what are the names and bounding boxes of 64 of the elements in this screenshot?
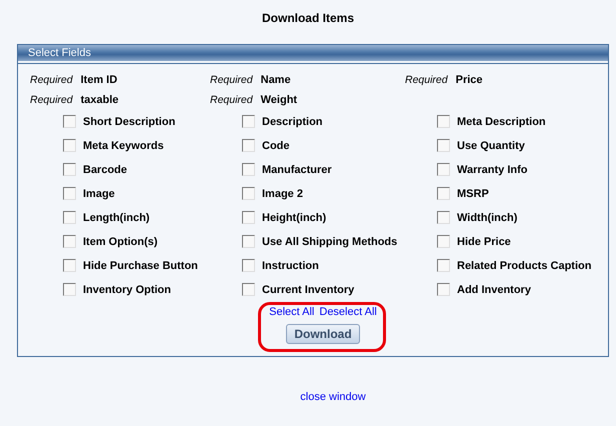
checkbox[interactable] <box>63 235 76 248</box>
field-name: Item ID <box>80 74 118 86</box>
checkbox[interactable] <box>437 211 450 224</box>
field-name: taxable <box>80 94 119 106</box>
required-label: Required <box>210 74 253 86</box>
field-label: MSRP <box>457 188 489 200</box>
field-label: Barcode <box>83 164 128 176</box>
field-label: Short Description <box>83 116 176 128</box>
field-label: Code <box>262 140 290 152</box>
field-label: Manufacturer <box>262 164 332 176</box>
checkbox[interactable] <box>242 139 255 152</box>
field-label: Meta Description <box>457 116 546 128</box>
field-label: Meta Keywords <box>83 140 164 152</box>
field-label: Use All Shipping Methods <box>262 236 398 248</box>
checkbox[interactable] <box>242 211 255 224</box>
panel-title: Select Fields <box>28 47 91 59</box>
checkbox[interactable] <box>437 283 450 296</box>
field-label: Hide Price <box>457 236 511 248</box>
checkbox[interactable] <box>437 115 450 128</box>
checkbox[interactable] <box>242 115 255 128</box>
field-label: Related Products Caption <box>457 260 592 272</box>
checkbox[interactable] <box>242 235 255 248</box>
field-name: Weight <box>260 94 298 106</box>
checkbox[interactable] <box>63 259 76 272</box>
field-label: Inventory Option <box>83 284 171 296</box>
required-label: Required <box>405 74 448 86</box>
field-label: Use Quantity <box>457 140 525 152</box>
checkbox[interactable] <box>242 283 255 296</box>
checkbox[interactable] <box>437 163 450 176</box>
page-title: Download Items <box>260 11 355 25</box>
field-label: Description <box>262 116 323 128</box>
checkbox[interactable] <box>242 259 255 272</box>
field-label: Current Inventory <box>262 284 354 296</box>
checkbox[interactable] <box>242 187 255 200</box>
checkbox[interactable] <box>437 187 450 200</box>
field-label: Height(inch) <box>262 212 326 224</box>
required-label: Required <box>210 94 253 106</box>
select-link[interactable]: Select All <box>269 306 314 318</box>
field-label: Instruction <box>262 260 319 272</box>
checkbox[interactable] <box>63 139 76 152</box>
required-label: Required <box>30 94 73 106</box>
checkbox[interactable] <box>63 211 76 224</box>
field-label: Hide Purchase Button <box>83 260 198 272</box>
field-label: Length(inch) <box>83 212 150 224</box>
checkbox[interactable] <box>437 259 450 272</box>
download-button[interactable]: Download <box>286 324 360 344</box>
field-label: Image <box>83 188 115 200</box>
checkbox[interactable] <box>437 235 450 248</box>
close-window-link[interactable]: close window <box>300 391 366 403</box>
checkbox[interactable] <box>437 139 450 152</box>
required-label: Required <box>30 74 73 86</box>
field-label: Image 2 <box>262 188 303 200</box>
field-name: Price <box>456 74 483 86</box>
field-label: Add Inventory <box>457 284 531 296</box>
field-label: Width(inch) <box>457 212 518 224</box>
select-link[interactable]: Deselect All <box>319 306 377 318</box>
checkbox[interactable] <box>63 115 76 128</box>
field-label: Item Option(s) <box>83 236 158 248</box>
checkbox[interactable] <box>63 187 76 200</box>
field-label: Warranty Info <box>457 164 528 176</box>
checkbox[interactable] <box>63 163 76 176</box>
checkbox[interactable] <box>63 283 76 296</box>
checkbox[interactable] <box>242 163 255 176</box>
field-name: Name <box>260 74 291 86</box>
